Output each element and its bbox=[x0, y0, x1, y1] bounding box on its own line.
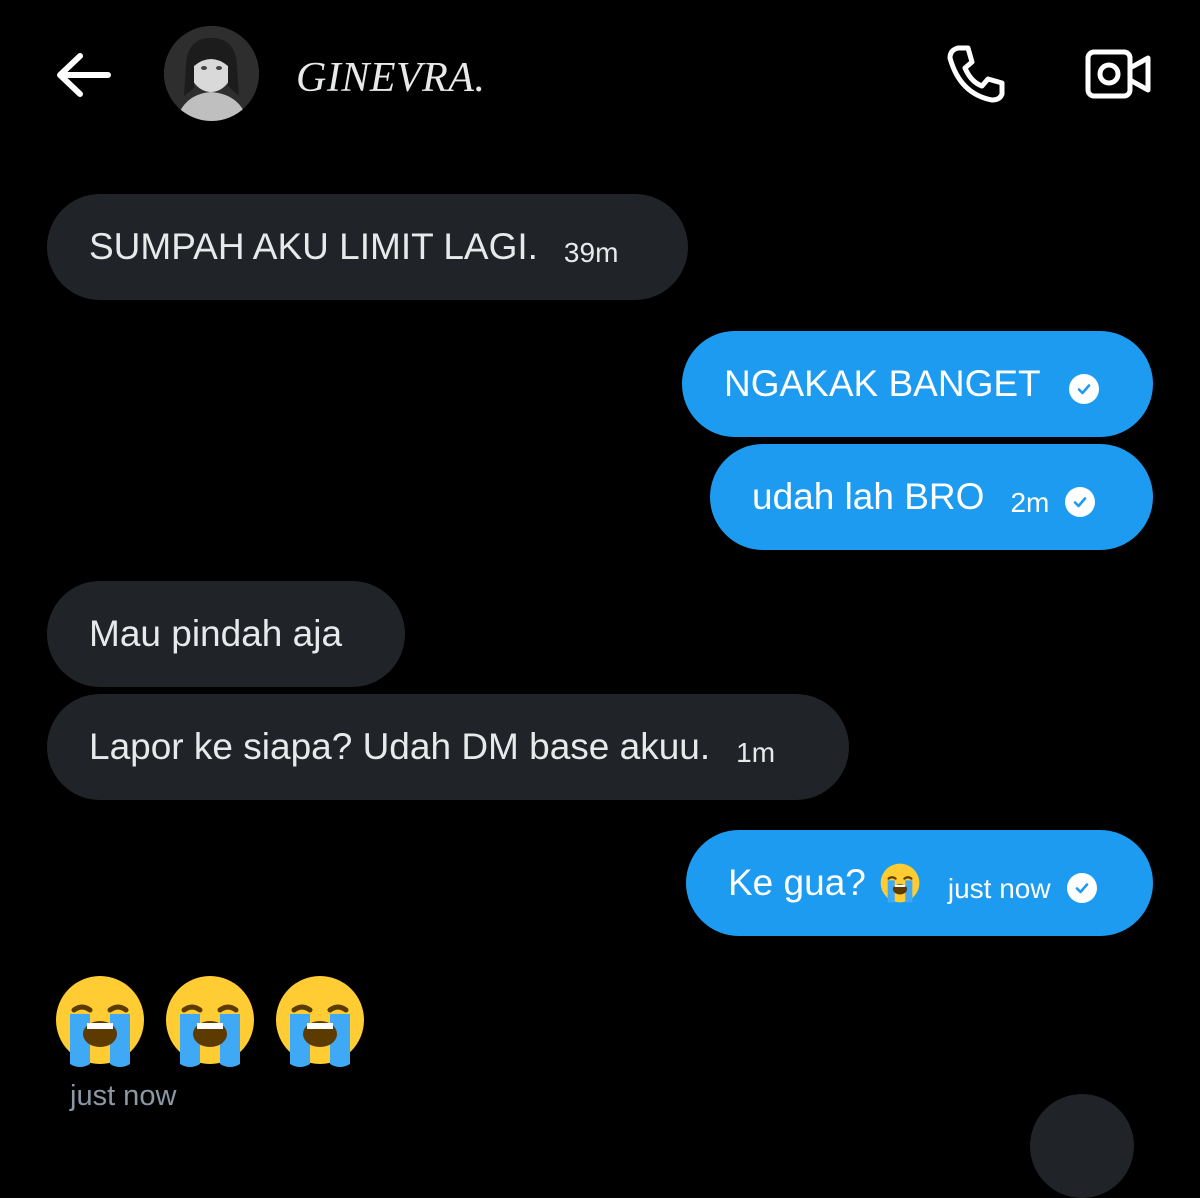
message-bubble[interactable]: udah lah BRO 2m bbox=[710, 444, 1153, 550]
loudly-crying-face-icon bbox=[270, 972, 370, 1072]
message-text: Lapor ke siapa? Udah DM base akuu. bbox=[89, 726, 711, 767]
message-bubble[interactable]: Ke gua? just now bbox=[686, 830, 1153, 936]
message-text: Ke gua? bbox=[728, 862, 866, 903]
message-text: NGAKAK BANGET bbox=[724, 363, 1041, 404]
arrow-left-icon bbox=[57, 53, 111, 97]
avatar[interactable] bbox=[164, 26, 259, 121]
video-call-button[interactable] bbox=[1085, 46, 1151, 102]
message-timestamp: 1m bbox=[736, 737, 776, 768]
contact-name[interactable]: GINEVRA. bbox=[296, 54, 485, 102]
message-timestamp: 39m bbox=[563, 237, 619, 268]
read-check-icon bbox=[1066, 873, 1097, 903]
chat-header: GINEVRA. bbox=[0, 0, 1200, 150]
message-timestamp: just now bbox=[70, 1080, 177, 1112]
phone-icon bbox=[947, 45, 1005, 103]
message-text: SUMPAH AKU LIMIT LAGI. bbox=[89, 226, 538, 267]
emoji-message[interactable] bbox=[50, 972, 370, 1072]
message-bubble[interactable]: Lapor ke siapa? Udah DM base akuu. 1m bbox=[47, 694, 849, 800]
call-button[interactable] bbox=[944, 42, 1008, 106]
scroll-down-button[interactable] bbox=[1030, 1094, 1134, 1198]
loudly-crying-face-icon bbox=[878, 861, 922, 905]
loudly-crying-face-icon bbox=[50, 972, 150, 1072]
message-bubble[interactable]: NGAKAK BANGET bbox=[682, 331, 1153, 437]
avatar-photo bbox=[164, 26, 259, 121]
message-text: udah lah BRO bbox=[752, 476, 985, 517]
message-timestamp: just now bbox=[947, 873, 1051, 904]
message-bubble[interactable]: SUMPAH AKU LIMIT LAGI. 39m bbox=[47, 194, 688, 300]
message-timestamp: 2m bbox=[1010, 487, 1050, 518]
message-text: Mau pindah aja bbox=[89, 613, 343, 654]
back-button[interactable] bbox=[52, 48, 116, 102]
message-bubble[interactable]: Mau pindah aja bbox=[47, 581, 405, 687]
read-check-icon bbox=[1065, 487, 1096, 517]
loudly-crying-face-icon bbox=[160, 972, 260, 1072]
video-camera-icon bbox=[1085, 49, 1151, 99]
read-check-icon bbox=[1068, 374, 1099, 404]
